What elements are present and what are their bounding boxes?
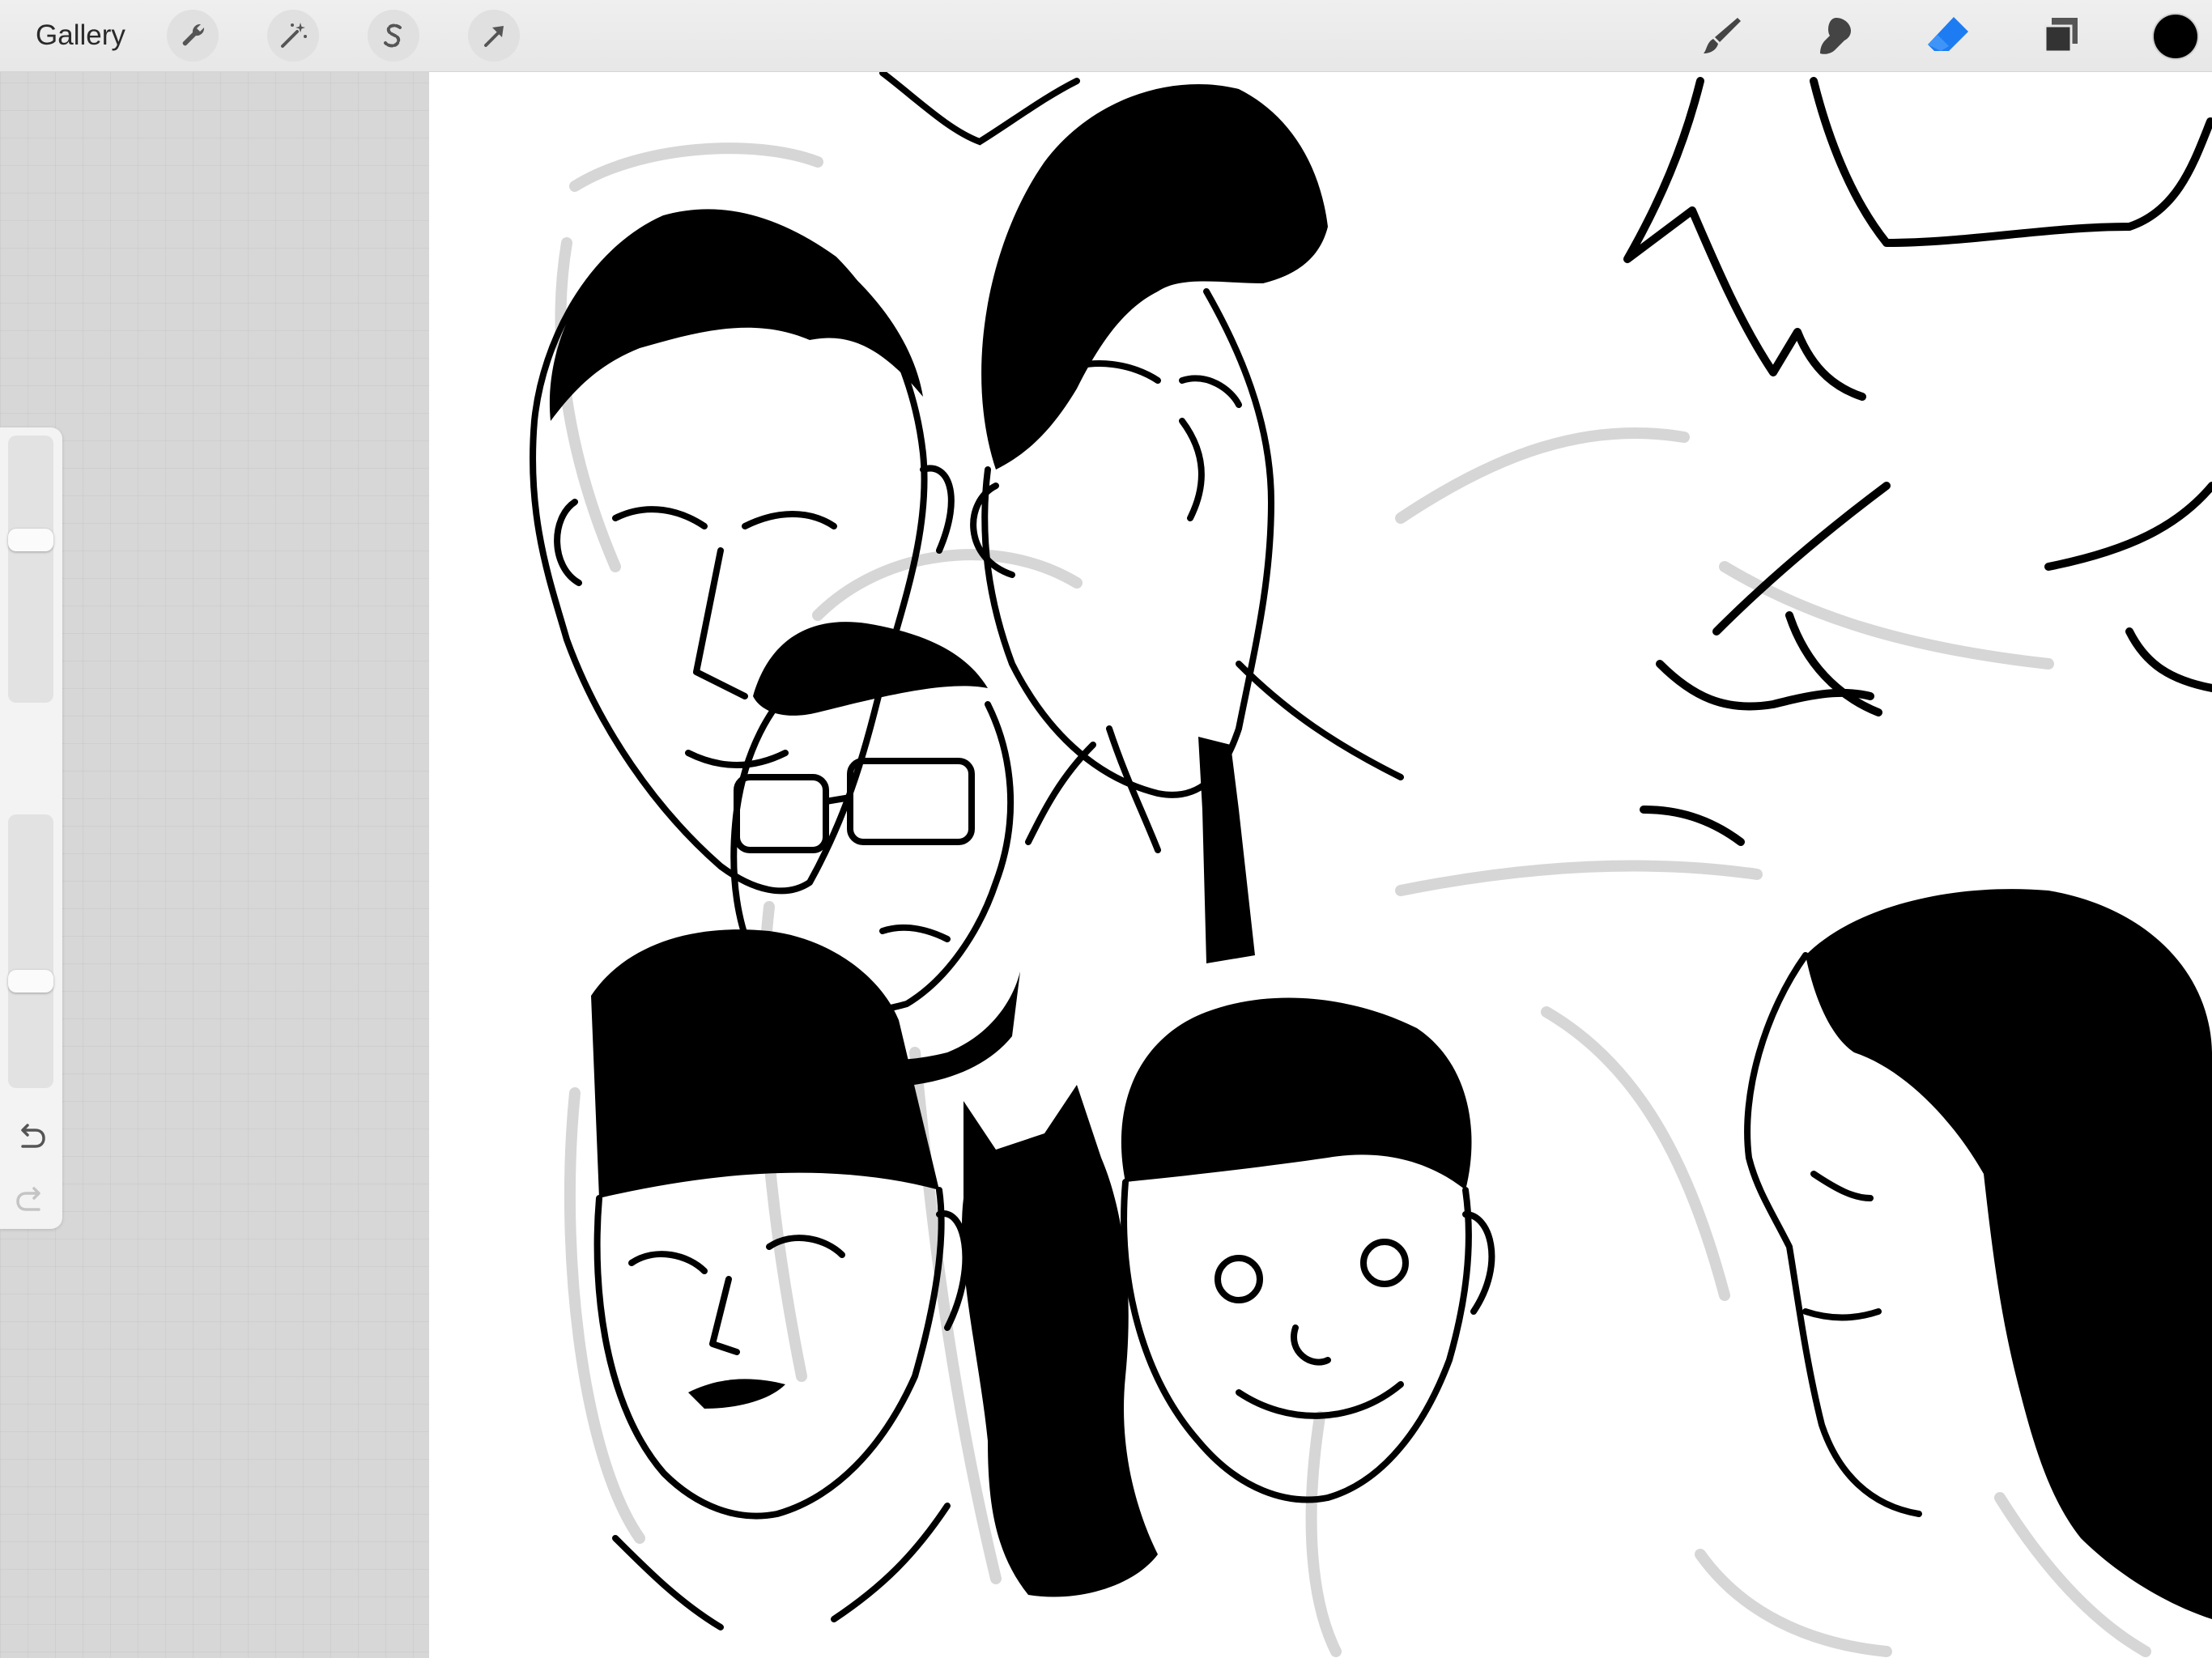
eraser-tool-button[interactable]	[1921, 8, 1976, 63]
drawing-canvas[interactable]	[429, 0, 2212, 1658]
sketch-hair-man-2	[981, 84, 1328, 470]
brush-tool-button[interactable]	[1694, 8, 1749, 63]
sketch-fez-hat	[591, 929, 939, 1198]
sketch-hair-man-1	[549, 212, 923, 421]
magic-wand-icon	[281, 23, 307, 48]
opacity-slider[interactable]	[8, 814, 53, 1088]
sketch-face-boy	[1121, 1179, 1495, 1503]
opacity-slider-handle[interactable]	[8, 970, 53, 993]
adjustments-button[interactable]	[267, 10, 319, 62]
layers-icon	[2044, 18, 2078, 53]
selection-s-icon	[384, 23, 402, 48]
sketch-hair-glasses	[753, 622, 988, 716]
smudge-tool-button[interactable]	[1807, 8, 1862, 63]
brush-icon	[1704, 18, 1741, 53]
transform-button[interactable]	[468, 10, 520, 62]
sketch-top-center-lines	[879, 70, 1080, 146]
sidebar	[0, 427, 62, 1229]
workspace-background	[0, 0, 429, 1658]
actions-button[interactable]	[167, 10, 219, 62]
wrench-icon	[182, 23, 205, 46]
smudge-icon	[1820, 18, 1851, 54]
redo-button[interactable]	[11, 1180, 50, 1219]
procreate-app: Gallery	[0, 0, 2212, 1658]
gray-sketch-lines	[555, 142, 2151, 1657]
sketch-top-right-lines	[1623, 77, 2212, 846]
color-picker-button[interactable]	[2154, 15, 2197, 58]
redo-arrow-icon	[16, 1187, 40, 1211]
brush-size-slider-handle[interactable]	[8, 528, 53, 551]
artwork-sketches	[530, 70, 2212, 1657]
arrow-cursor-icon	[484, 26, 504, 47]
undo-arrow-icon	[21, 1124, 45, 1148]
layers-button[interactable]	[2034, 8, 2089, 63]
undo-button[interactable]	[11, 1117, 50, 1156]
sketch-mustache	[688, 1379, 785, 1409]
brush-size-slider[interactable]	[8, 436, 53, 703]
sketch-hair-boy	[1121, 997, 1472, 1190]
selection-button[interactable]	[368, 10, 419, 62]
top-toolbar: Gallery	[0, 0, 2212, 72]
gallery-button[interactable]: Gallery	[36, 15, 125, 57]
sketch-tie	[1198, 737, 1255, 963]
eraser-icon	[1928, 17, 1968, 51]
